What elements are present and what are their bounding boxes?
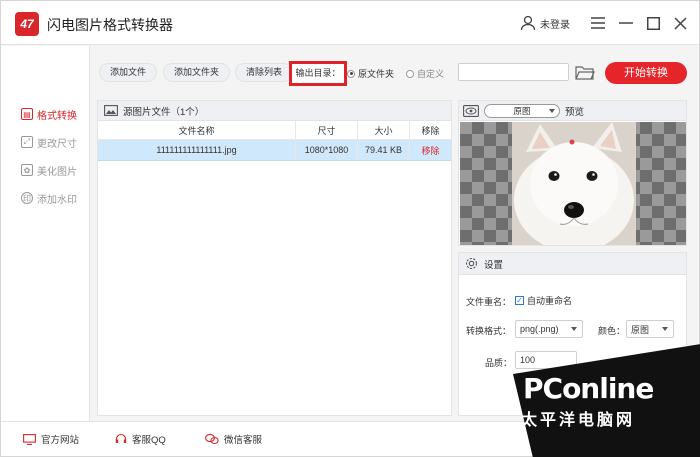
- preview-mode-select[interactable]: 原图: [484, 103, 560, 118]
- radio-original-folder[interactable]: 原文件夹: [347, 67, 394, 80]
- beautify-icon: ✿: [21, 164, 33, 176]
- app-title: 闪电图片格式转换器: [47, 17, 173, 33]
- monitor-icon: [23, 433, 36, 445]
- gear-icon: [465, 257, 478, 270]
- app-window: 47 闪电图片格式转换器 未登录 ▤ 格式转换 ⤢ 更改尺寸 ✿ 美化图片 印 …: [0, 0, 700, 457]
- auto-rename-label: 自动重命名: [527, 296, 573, 306]
- start-convert-button[interactable]: 开始转换: [605, 62, 687, 84]
- chevron-down-icon: [662, 327, 668, 331]
- radio-dot: [347, 69, 355, 78]
- format-label: 转换格式：: [466, 326, 512, 336]
- check-icon: ✓: [515, 296, 524, 305]
- color-select[interactable]: 原图: [626, 320, 674, 338]
- col-size: 大小: [358, 121, 410, 139]
- color-label: 颜色：: [598, 326, 626, 336]
- sidebar-item-label: 更改尺寸: [37, 138, 77, 150]
- radio-dot: [406, 69, 414, 78]
- col-dimensions: 尺寸: [296, 121, 358, 139]
- table-row[interactable]: 111111111111111.jpg 1080*1080 79.41 KB 移…: [98, 140, 451, 161]
- source-file-header: 源图片文件（1个）: [98, 101, 451, 121]
- preview-header: 原图 预览: [459, 101, 686, 121]
- rename-label: 文件重名：: [466, 297, 512, 307]
- minimize-icon: [619, 22, 633, 24]
- minimize-button[interactable]: [615, 12, 637, 34]
- output-dir-label: 输出目录：: [289, 61, 347, 86]
- table-header: 文件名称 尺寸 大小 移除: [98, 121, 451, 140]
- user-icon: [520, 15, 536, 31]
- sidebar-item-label: 添加水印: [37, 194, 77, 206]
- cell-size: 79.41 KB: [358, 140, 410, 160]
- sidebar-item-format[interactable]: ▤ 格式转换: [21, 106, 77, 122]
- source-file-panel: 源图片文件（1个） 文件名称 尺寸 大小 移除 111111111111111.…: [97, 100, 452, 416]
- remove-link[interactable]: 移除: [410, 140, 451, 160]
- preview-canvas: [460, 122, 686, 245]
- color-value: 原图: [631, 324, 650, 335]
- settings-title: 设置: [484, 259, 504, 271]
- cell-dimensions: 1080*1080: [296, 140, 358, 160]
- preview-mode-value: 原图: [513, 105, 531, 116]
- wechat-support-link[interactable]: 微信客服: [205, 432, 262, 446]
- radio-label: 原文件夹: [358, 69, 395, 79]
- preview-panel: 原图 预览: [458, 100, 687, 246]
- menu-icon: [591, 17, 605, 29]
- col-filename: 文件名称: [98, 121, 296, 139]
- maximize-icon: [646, 16, 660, 30]
- settings-header: 设置: [459, 253, 686, 275]
- radio-custom-folder[interactable]: 自定义: [406, 67, 444, 80]
- close-button[interactable]: [669, 12, 691, 34]
- menu-button[interactable]: [587, 12, 609, 34]
- eye-icon[interactable]: [463, 104, 479, 117]
- folder-icon: [575, 65, 595, 80]
- image-icon: [104, 105, 118, 116]
- col-remove: 移除: [421, 125, 440, 136]
- sidebar: ▤ 格式转换 ⤢ 更改尺寸 ✿ 美化图片 印 添加水印: [1, 46, 90, 421]
- preview-image: [512, 122, 636, 245]
- auto-rename-checkbox[interactable]: ✓ 自动重命名: [515, 294, 572, 307]
- wechat-support-label: 微信客服: [224, 435, 263, 446]
- app-logo: 47: [15, 12, 39, 36]
- add-file-button[interactable]: 添加文件: [99, 63, 158, 82]
- clear-list-button[interactable]: 清除列表: [235, 63, 294, 82]
- sidebar-item-label: 美化图片: [37, 166, 77, 178]
- sidebar-item-watermark[interactable]: 印 添加水印: [21, 190, 77, 206]
- sidebar-item-beautify[interactable]: ✿ 美化图片: [21, 162, 77, 178]
- browse-folder-button[interactable]: [574, 63, 596, 81]
- preview-label: 预览: [565, 106, 585, 118]
- qq-support-label: 客服QQ: [132, 435, 166, 446]
- watermark-icon: 印: [21, 192, 33, 204]
- close-icon: [673, 16, 687, 30]
- output-path-input[interactable]: [458, 63, 569, 81]
- quality-label: 品质：: [485, 358, 513, 368]
- chevron-down-icon: [571, 327, 577, 331]
- radio-label: 自定义: [417, 69, 445, 79]
- title-bar: 47 闪电图片格式转换器 未登录: [1, 1, 699, 45]
- chevron-down-icon: [549, 108, 555, 113]
- official-website-label: 官方网站: [41, 435, 80, 446]
- headset-icon: [115, 433, 127, 443]
- watermark-brand: PConline: [523, 372, 654, 405]
- dog-illustration: [512, 122, 636, 245]
- login-label: 未登录: [540, 19, 570, 31]
- watermark-sub: 太平洋电脑网: [521, 412, 636, 429]
- source-file-title: 源图片文件（1个）: [123, 106, 205, 118]
- login-button[interactable]: 未登录: [520, 12, 570, 34]
- qq-support-link[interactable]: 客服QQ: [115, 432, 166, 446]
- pconline-watermark: PConline 太平洋电脑网: [513, 344, 700, 457]
- format-icon: ▤: [21, 108, 33, 120]
- resize-icon: ⤢: [21, 136, 33, 148]
- cell-filename: 111111111111111.jpg: [98, 140, 296, 160]
- add-folder-button[interactable]: 添加文件夹: [163, 63, 231, 82]
- maximize-button[interactable]: [642, 12, 664, 34]
- format-value: png(.png): [520, 324, 559, 334]
- sidebar-item-resize[interactable]: ⤢ 更改尺寸: [21, 134, 77, 150]
- wechat-icon: [205, 433, 219, 445]
- sidebar-item-label: 格式转换: [37, 110, 77, 122]
- official-website-link[interactable]: 官方网站: [23, 432, 79, 446]
- format-select[interactable]: png(.png): [515, 320, 583, 338]
